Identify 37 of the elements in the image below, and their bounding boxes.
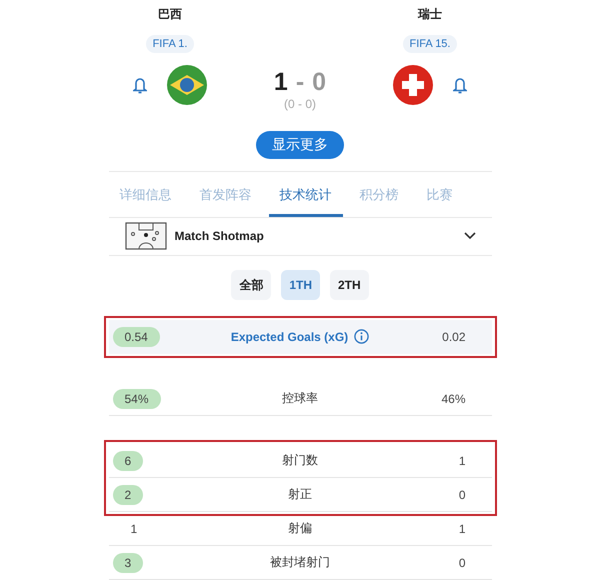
- home-value: 6: [112, 450, 144, 470]
- home-value: 3: [112, 552, 144, 572]
- bell-icon[interactable]: [133, 76, 147, 94]
- ranking-badge: FIFA 1.: [146, 35, 194, 53]
- ranking-badge: FIFA 15.: [402, 35, 458, 53]
- tab[interactable]: 技术统计: [268, 186, 342, 217]
- away-value: 46%: [440, 390, 466, 408]
- away-value: 0: [458, 554, 466, 572]
- home-value: 1: [130, 520, 138, 538]
- team-name: 瑞士: [418, 6, 442, 23]
- away-value: 0: [458, 486, 466, 504]
- shotmap-title[interactable]: Match Shotmap: [174, 229, 456, 244]
- stat-label: 射门数: [282, 452, 318, 469]
- away-value: 1: [458, 520, 466, 538]
- score: 1 - 0: [274, 69, 326, 95]
- home-value: 0.54: [112, 326, 160, 346]
- stat-label[interactable]: Expected Goals (xG): [230, 330, 348, 344]
- home-value: 2: [112, 484, 144, 504]
- stat-label: 射偏: [288, 520, 312, 537]
- bell-icon[interactable]: [453, 76, 467, 94]
- info-icon[interactable]: [354, 329, 370, 344]
- flag-icon: [167, 65, 207, 105]
- stat-label: 被封堵射门: [270, 554, 330, 571]
- period-button[interactable]: 2TH: [330, 270, 369, 300]
- team-name: 巴西: [158, 6, 182, 23]
- show-more-button[interactable]: 显示更多: [256, 131, 344, 159]
- flag-icon: [393, 65, 433, 105]
- stat-label: 射正: [288, 486, 312, 503]
- period-button[interactable]: 1TH: [281, 270, 320, 300]
- pitch-icon: [124, 222, 166, 250]
- chevron-icon[interactable]: [464, 232, 476, 240]
- period-button[interactable]: 全部: [231, 270, 272, 300]
- stat-label: 控球率: [282, 390, 318, 407]
- halftime-score: (0 - 0): [284, 97, 316, 111]
- away-value: 1: [458, 452, 466, 470]
- away-value: 0.02: [441, 328, 466, 346]
- home-value: 54%: [112, 388, 161, 408]
